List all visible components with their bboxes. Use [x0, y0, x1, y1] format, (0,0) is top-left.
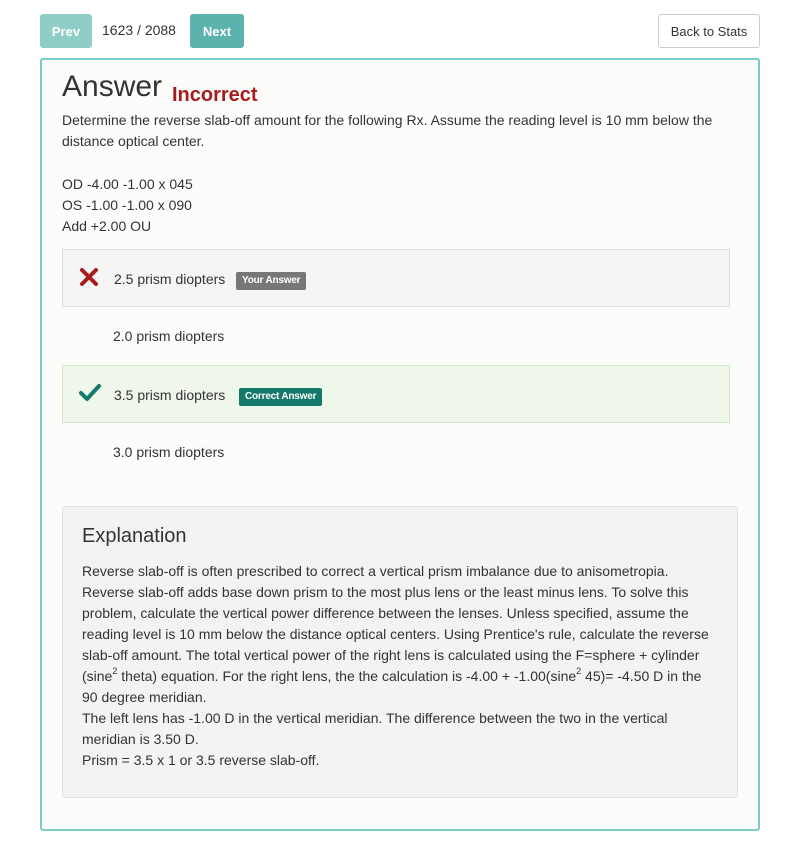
- explanation-panel: Explanation Reverse slab-off is often pr…: [62, 506, 738, 798]
- explanation-title: Explanation: [82, 525, 187, 547]
- explanation-line: 90 degree meridian.: [82, 689, 207, 705]
- explanation-line: meridian is 3.50 D.: [82, 731, 199, 747]
- question-text: Determine the reverse slab-off amount fo…: [62, 112, 713, 149]
- option-label: 3.5 prism diopters: [114, 387, 226, 403]
- prev-button[interactable]: Prev: [40, 14, 92, 48]
- explanation-body: Reverse slab-off is often prescribed to …: [82, 561, 722, 771]
- option-label: 2.5 prism diopters: [114, 271, 226, 287]
- x-mark-icon: [79, 267, 99, 287]
- superscript: 2: [576, 666, 582, 677]
- answer-heading: Answer: [62, 70, 163, 103]
- explanation-line: Prism = 3.5 x 1 or 3.5 reverse slab-off.: [82, 752, 320, 768]
- explanation-text: theta) equation. For the right lens, the…: [117, 668, 577, 684]
- checkmark-icon: [79, 383, 101, 403]
- rx-line-os: OS -1.00 -1.00 x 090: [62, 197, 192, 213]
- explanation-line: slab-off amount. The total vertical powe…: [82, 647, 700, 663]
- back-to-stats-button[interactable]: Back to Stats: [658, 14, 760, 48]
- option-label: 3.0 prism diopters: [113, 444, 225, 460]
- question-counter: 1623 / 2088: [102, 22, 176, 38]
- explanation-line: Reverse slab-off adds base down prism to…: [82, 584, 689, 600]
- correct-answer-badge: Correct Answer: [239, 388, 323, 406]
- rx-prescription: OD -4.00 -1.00 x 045 OS -1.00 -1.00 x 09…: [62, 174, 193, 237]
- question-navigation: Prev 1623 / 2088 Next Back to Stats: [40, 14, 760, 48]
- your-answer-badge: Your Answer: [236, 272, 307, 290]
- next-button[interactable]: Next: [190, 14, 244, 48]
- explanation-line: The left lens has -1.00 D in the vertica…: [82, 710, 668, 726]
- rx-line-od: OD -4.00 -1.00 x 045: [62, 176, 193, 192]
- explanation-line: problem, calculate the vertical power di…: [82, 605, 689, 621]
- explanation-text: (sine: [82, 668, 113, 684]
- explanation-line: (sine2 theta) equation. For the right le…: [82, 666, 722, 687]
- explanation-line: reading level is 10 mm below the distanc…: [82, 626, 709, 642]
- rx-line-add: Add +2.00 OU: [62, 218, 152, 234]
- explanation-line: Reverse slab-off is often prescribed to …: [82, 563, 669, 579]
- option-4[interactable]: 3.0 prism diopters: [62, 423, 730, 481]
- option-3[interactable]: 3.5 prism diopters Correct Answer: [62, 365, 730, 423]
- option-label: 2.0 prism diopters: [113, 328, 225, 344]
- result-status: Incorrect: [172, 84, 258, 106]
- explanation-text: 45)= -4.50 D in the: [581, 668, 702, 684]
- superscript: 2: [112, 666, 118, 677]
- option-2[interactable]: 2.0 prism diopters: [62, 307, 730, 365]
- option-1[interactable]: 2.5 prism diopters Your Answer: [62, 249, 730, 307]
- answer-card: Answer Incorrect Determine the reverse s…: [40, 58, 760, 831]
